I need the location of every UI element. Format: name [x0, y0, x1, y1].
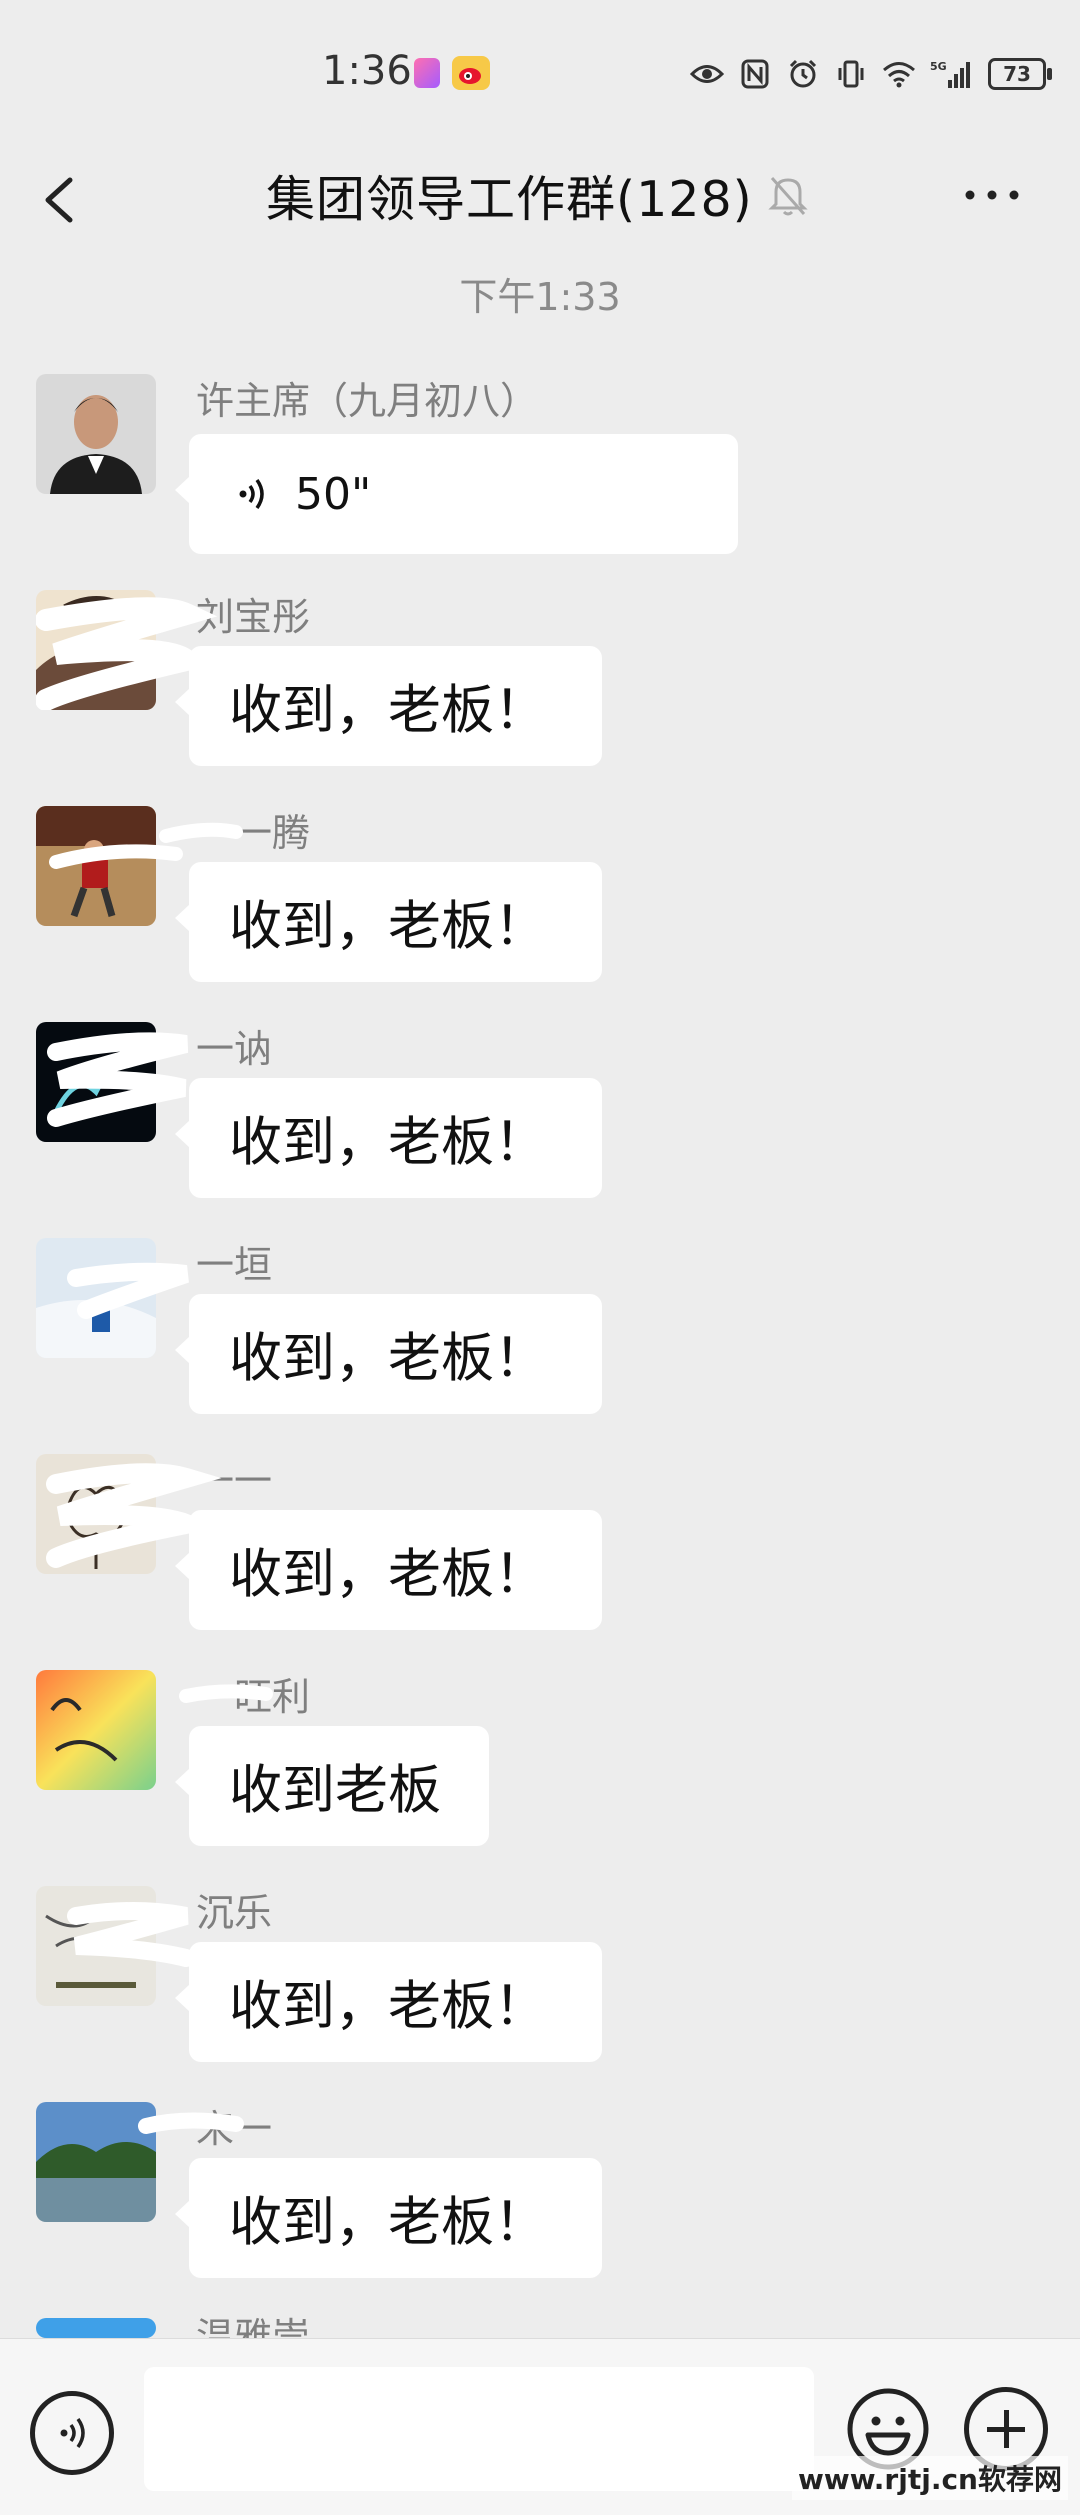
- sender-name: 一垣: [196, 1243, 273, 1287]
- avatar[interactable]: [36, 1454, 156, 1574]
- nfc-icon: [738, 58, 772, 90]
- message-text: 收到老板: [229, 1760, 441, 1821]
- avatar[interactable]: [36, 806, 156, 926]
- muted-bell-icon: [766, 170, 810, 220]
- status-bar: 1:36 5G 73: [0, 0, 1080, 140]
- text-message-bubble[interactable]: 收到，老板！: [175, 1078, 602, 1198]
- text-message-bubble[interactable]: 收到，老板！: [175, 1294, 602, 1414]
- text-message-bubble[interactable]: 收到，老板！: [175, 1942, 602, 2062]
- message-text: 收到，老板！: [229, 1328, 547, 1389]
- status-time: 1:36: [322, 48, 412, 94]
- eye-icon: [690, 58, 724, 90]
- voice-wave-icon: [60, 2417, 85, 2449]
- avatar[interactable]: [36, 1238, 156, 1358]
- text-message-bubble[interactable]: 收到老板: [175, 1726, 489, 1846]
- message-text: 收到，老板！: [229, 680, 547, 741]
- voice-input-toggle[interactable]: [30, 2391, 114, 2475]
- voice-message-bubble[interactable]: 50": [175, 434, 738, 554]
- message-text: 收到，老板！: [229, 896, 547, 957]
- message-input[interactable]: [144, 2367, 814, 2491]
- svg-text:5G: 5G: [930, 60, 947, 73]
- wifi-icon: [882, 58, 916, 90]
- avatar[interactable]: [36, 1022, 156, 1142]
- notification-app-icon: [414, 58, 440, 88]
- sender-name: 刘宝彤: [196, 595, 311, 639]
- message-text: 收到，老板！: [229, 2192, 547, 2253]
- voice-wave-icon: [239, 478, 264, 510]
- text-message-bubble[interactable]: 收到，老板！: [175, 1510, 602, 1630]
- text-message-bubble[interactable]: 收到，老板！: [175, 862, 602, 982]
- avatar[interactable]: [36, 1886, 156, 2006]
- status-icons: 5G 73: [690, 54, 1052, 94]
- back-arrow-icon[interactable]: [36, 162, 86, 232]
- text-message-bubble[interactable]: 收到，老板！: [175, 2158, 602, 2278]
- sender-name: 沉乐: [196, 1891, 273, 1935]
- sender-name: 宋一: [196, 2107, 273, 2151]
- chat-header: 集团领导工作群(128): [0, 140, 1080, 260]
- signal-icon: 5G: [930, 58, 974, 90]
- more-options-icon[interactable]: [962, 180, 1022, 210]
- message-text: 收到，老板！: [229, 1976, 547, 2037]
- alarm-icon: [786, 58, 820, 90]
- sender-name: 一旺利: [196, 1675, 311, 1719]
- vibrate-icon: [834, 58, 868, 90]
- avatar[interactable]: [36, 1670, 156, 1790]
- text-message-bubble[interactable]: 收到，老板！: [175, 646, 602, 766]
- voice-duration: 50": [295, 468, 372, 520]
- sender-name: 一讷: [196, 1027, 273, 1071]
- message-timestamp: 下午1:33: [459, 275, 621, 319]
- sender-name: 一一: [196, 1459, 273, 1503]
- weibo-notification-icon: [452, 56, 490, 90]
- watermark: www.rjtj.cn软荐网: [791, 2456, 1068, 2500]
- avatar[interactable]: [36, 374, 156, 494]
- avatar[interactable]: [36, 2318, 156, 2338]
- avatar[interactable]: [36, 2102, 156, 2222]
- sender-name: 许主席（九月初八）: [196, 379, 539, 423]
- message-text: 收到，老板！: [229, 1112, 547, 1173]
- message-text: 收到，老板！: [229, 1544, 547, 1605]
- battery-icon: 73: [988, 58, 1052, 90]
- avatar[interactable]: [36, 590, 156, 710]
- sender-name: 一一腾: [196, 811, 311, 855]
- chat-title: 集团领导工作群(128): [266, 171, 753, 228]
